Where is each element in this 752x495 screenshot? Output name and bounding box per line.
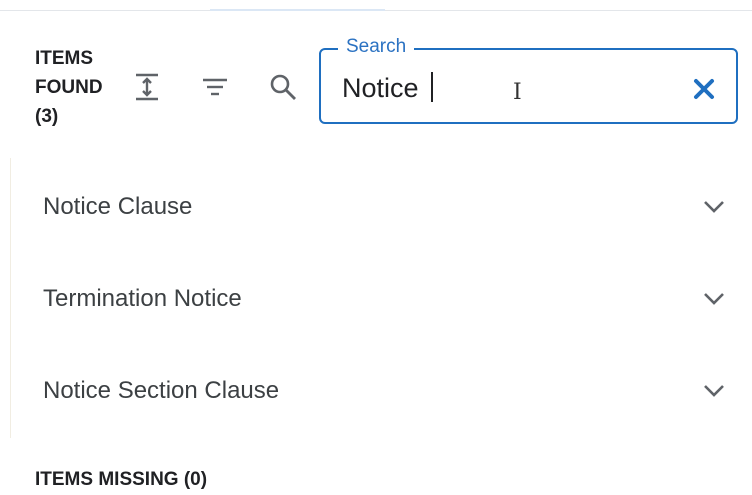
items-found-heading: ITEMS FOUND (3): [35, 44, 103, 131]
items-found-line1: ITEMS: [35, 48, 94, 69]
close-icon: [694, 79, 714, 99]
items-panel: ITEMS FOUND (3) Search Notice I Notice C…: [0, 0, 752, 495]
filter-icon[interactable]: [198, 70, 232, 104]
list-item-label: Termination Notice: [43, 285, 242, 312]
list-item[interactable]: Notice Section Clause: [11, 345, 752, 437]
search-icon[interactable]: [266, 70, 300, 104]
chevron-down-icon[interactable]: [701, 286, 727, 312]
items-found-count: (3): [35, 106, 59, 127]
clear-search-button[interactable]: [688, 73, 720, 105]
chevron-down-icon[interactable]: [701, 378, 727, 404]
search-input[interactable]: Notice: [342, 70, 419, 106]
list-item-label: Notice Section Clause: [43, 377, 280, 404]
text-cursor-icon: I: [513, 80, 522, 105]
chevron-down-icon[interactable]: [701, 194, 727, 220]
items-found-line2: FOUND: [35, 77, 103, 98]
list-item-label: Notice Clause: [43, 193, 193, 220]
text-caret: [431, 72, 433, 102]
list-item[interactable]: Termination Notice: [11, 253, 752, 345]
list-item[interactable]: Notice Clause: [11, 161, 752, 253]
active-tab-indicator: [210, 9, 385, 11]
expand-collapse-icon[interactable]: [130, 70, 164, 104]
items-missing-heading: ITEMS MISSING (0): [35, 469, 208, 490]
search-label: Search: [338, 36, 415, 58]
